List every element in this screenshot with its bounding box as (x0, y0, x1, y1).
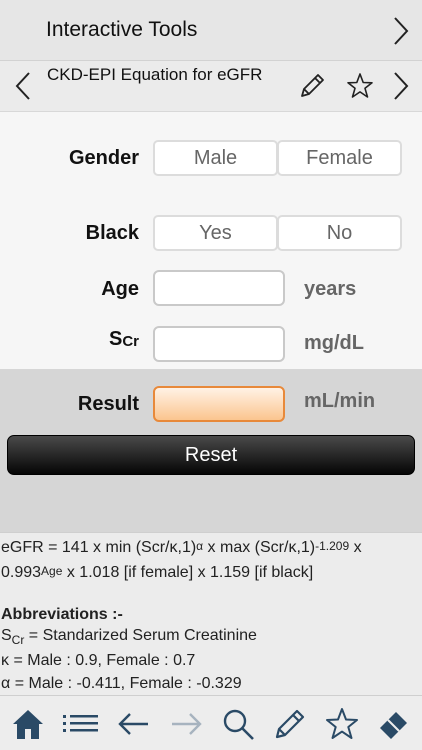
result-label: Result (77, 393, 139, 415)
calculator-form: Gender Male Female Black Yes No Age year… (0, 112, 422, 369)
list-icon[interactable] (62, 706, 98, 742)
home-icon[interactable] (10, 706, 46, 742)
chevron-right-icon[interactable] (392, 16, 410, 51)
abbreviations-heading: Abbreviations :- (1, 606, 123, 623)
chevron-right-icon[interactable] (392, 71, 410, 106)
black-yes-button[interactable]: Yes (153, 215, 278, 251)
search-icon[interactable] (220, 706, 256, 742)
black-no-button[interactable]: No (277, 215, 402, 251)
bottom-toolbar (0, 695, 422, 750)
formula-info[interactable]: eGFR = 141 x min (Scr/κ,1)α x max (Scr/κ… (0, 532, 422, 695)
pencil-icon[interactable] (298, 72, 326, 105)
star-icon[interactable] (346, 72, 374, 105)
result-section: Result mL/min Reset (0, 369, 422, 532)
kappa-definition: κ = Male : 0.9, Female : 0.7 (1, 652, 196, 669)
scr-definition: SCr = Standarized Serum Creatinine (1, 627, 257, 647)
result-unit: mL/min (304, 390, 376, 412)
formula-line-1: eGFR = 141 x min (Scr/κ,1)α x max (Scr/κ… (1, 539, 362, 556)
reset-button[interactable]: Reset (7, 435, 415, 475)
age-input[interactable] (153, 270, 285, 306)
age-label: Age (101, 278, 139, 300)
scr-label: SCr (108, 328, 139, 350)
sub-bar: CKD-EPI Equation for eGFR (0, 61, 422, 112)
arrow-left-icon[interactable] (116, 706, 152, 742)
gender-male-button[interactable]: Male (153, 140, 278, 176)
gender-label: Gender (68, 147, 139, 169)
top-bar-title: Interactive Tools (46, 18, 198, 41)
result-output (153, 386, 285, 422)
arrow-right-icon (168, 706, 204, 742)
scr-input[interactable] (153, 326, 285, 362)
scr-unit: mg/dL (304, 332, 364, 354)
alpha-definition: α = Male : -0.411, Female : -0.329 (1, 675, 242, 692)
gender-female-button[interactable]: Female (277, 140, 402, 176)
top-bar[interactable]: Interactive Tools (0, 0, 422, 61)
age-unit: years (304, 278, 357, 300)
star-icon[interactable] (324, 706, 360, 742)
pencil-icon[interactable] (272, 706, 308, 742)
eraser-icon[interactable] (376, 706, 412, 742)
page-title: CKD-EPI Equation for eGFR (47, 65, 263, 84)
formula-line-2: 0.993Age x 1.018 [if female] x 1.159 [if… (1, 564, 314, 581)
chevron-left-icon[interactable] (14, 71, 32, 106)
black-label: Black (85, 222, 139, 244)
